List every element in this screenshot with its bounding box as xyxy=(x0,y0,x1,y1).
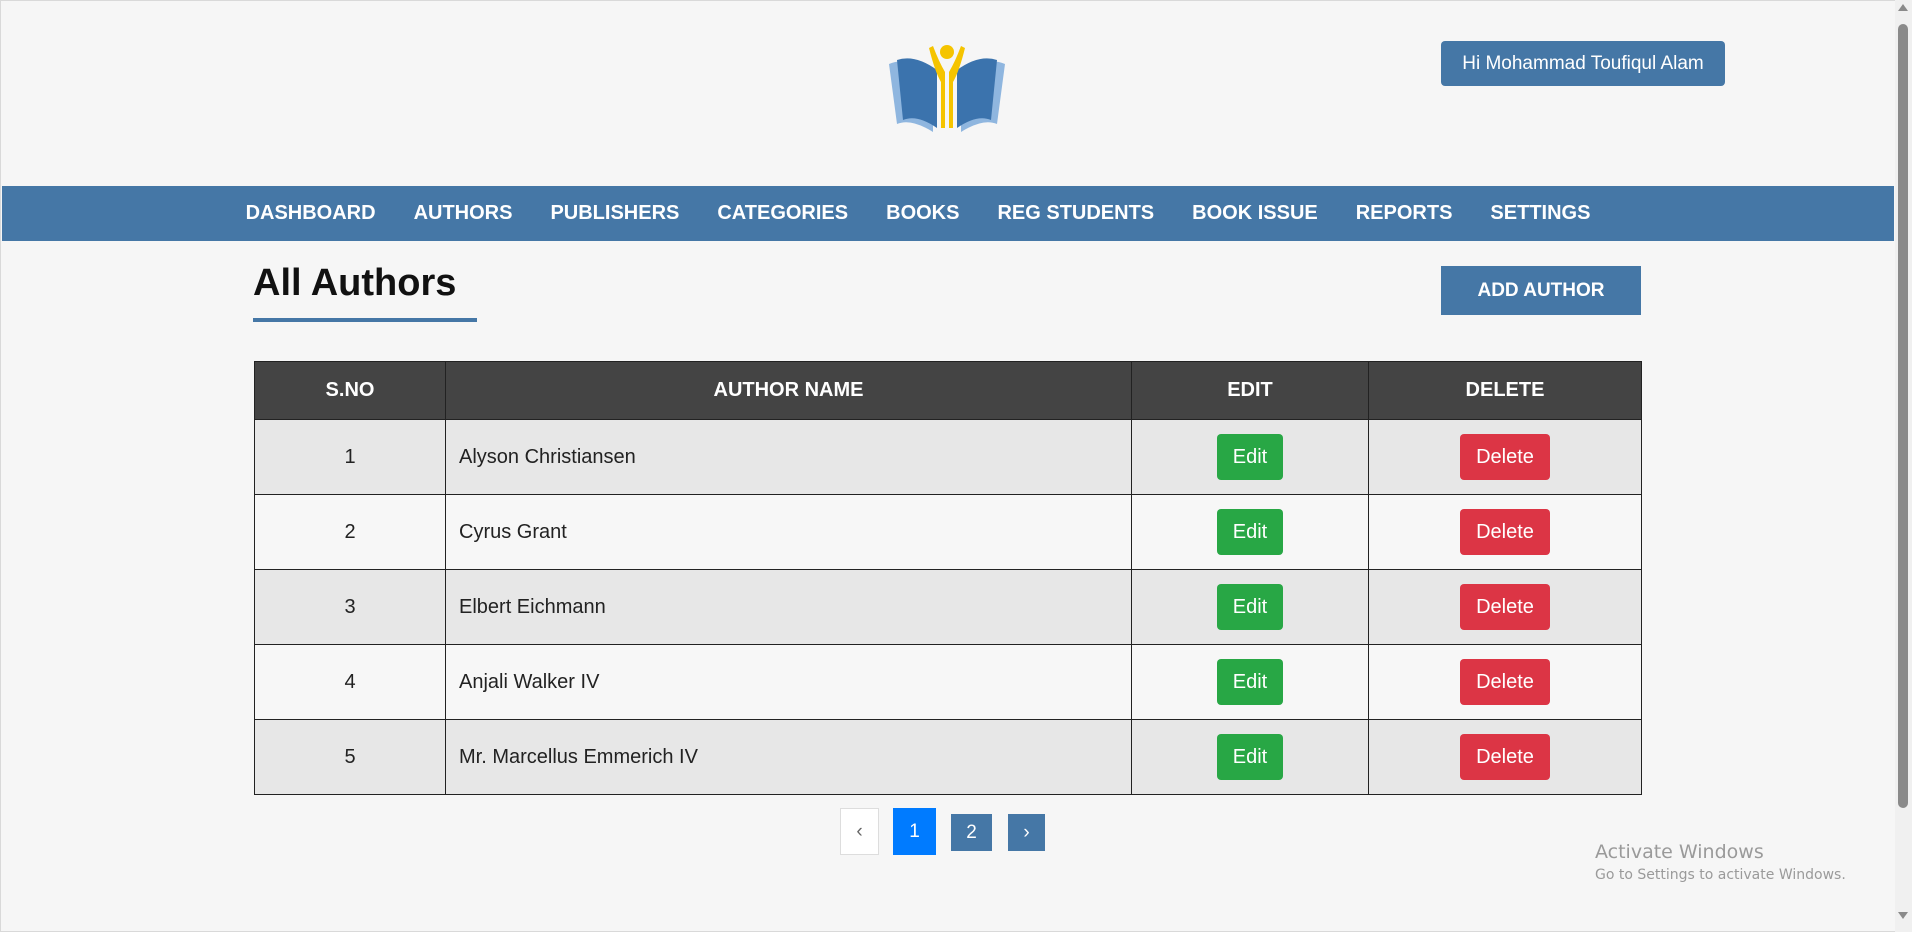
delete-button[interactable]: Delete xyxy=(1460,584,1550,630)
nav-menu: DASHBOARD AUTHORS PUBLISHERS CATEGORIES … xyxy=(227,202,1610,225)
cell-delete: Delete xyxy=(1368,494,1642,570)
pagination-page-2[interactable]: 2 xyxy=(951,814,992,851)
table-row: 1 Alyson Christiansen Edit Delete xyxy=(254,419,1642,495)
nav-item-publishers[interactable]: PUBLISHERS xyxy=(531,202,698,225)
cell-edit: Edit xyxy=(1131,569,1369,645)
table-row: 4 Anjali Walker IV Edit Delete xyxy=(254,644,1642,720)
cell-edit: Edit xyxy=(1131,494,1369,570)
edit-button[interactable]: Edit xyxy=(1217,734,1283,780)
edit-button[interactable]: Edit xyxy=(1217,509,1283,555)
cell-author-name: Anjali Walker IV xyxy=(445,644,1132,720)
user-greeting-button[interactable]: Hi Mohammad Toufiqul Alam xyxy=(1441,41,1725,86)
cell-delete: Delete xyxy=(1368,569,1642,645)
add-author-button[interactable]: ADD AUTHOR xyxy=(1441,266,1641,315)
table-header-row: S.NO AUTHOR NAME EDIT DELETE xyxy=(254,361,1642,420)
cell-sno: 3 xyxy=(254,569,446,645)
delete-button[interactable]: Delete xyxy=(1460,434,1550,480)
cell-delete: Delete xyxy=(1368,719,1642,795)
table-row: 5 Mr. Marcellus Emmerich IV Edit Delete xyxy=(254,719,1642,795)
nav-item-books[interactable]: BOOKS xyxy=(867,202,978,225)
header-sno: S.NO xyxy=(254,361,446,420)
delete-button[interactable]: Delete xyxy=(1460,509,1550,555)
cell-delete: Delete xyxy=(1368,419,1642,495)
table-row: 2 Cyrus Grant Edit Delete xyxy=(254,494,1642,570)
library-logo-icon xyxy=(889,45,1005,132)
header-delete: DELETE xyxy=(1368,361,1642,420)
cell-author-name: Mr. Marcellus Emmerich IV xyxy=(445,719,1132,795)
nav-item-authors[interactable]: AUTHORS xyxy=(395,202,532,225)
cell-delete: Delete xyxy=(1368,644,1642,720)
header-author-name: AUTHOR NAME xyxy=(445,361,1132,420)
edit-button[interactable]: Edit xyxy=(1217,659,1283,705)
delete-button[interactable]: Delete xyxy=(1460,734,1550,780)
main-navbar: DASHBOARD AUTHORS PUBLISHERS CATEGORIES … xyxy=(2,186,1894,241)
table-row: 3 Elbert Eichmann Edit Delete xyxy=(254,569,1642,645)
cell-edit: Edit xyxy=(1131,644,1369,720)
watermark-subtitle: Go to Settings to activate Windows. xyxy=(1595,867,1846,883)
cell-sno: 1 xyxy=(254,419,446,495)
nav-item-settings[interactable]: SETTINGS xyxy=(1471,202,1609,225)
watermark-title: Activate Windows xyxy=(1595,841,1764,863)
page-title: All Authors xyxy=(253,262,457,304)
cell-edit: Edit xyxy=(1131,419,1369,495)
cell-author-name: Alyson Christiansen xyxy=(445,419,1132,495)
cell-sno: 5 xyxy=(254,719,446,795)
title-underline xyxy=(253,318,477,322)
scrollbar-thumb[interactable] xyxy=(1898,24,1908,808)
edit-button[interactable]: Edit xyxy=(1217,434,1283,480)
activate-windows-watermark: Activate Windows Go to Settings to activ… xyxy=(1595,841,1846,883)
scroll-down-arrow-icon[interactable] xyxy=(1898,912,1908,919)
nav-item-dashboard[interactable]: DASHBOARD xyxy=(227,202,395,225)
cell-sno: 2 xyxy=(254,494,446,570)
pagination-next-button[interactable]: › xyxy=(1008,814,1045,851)
cell-author-name: Cyrus Grant xyxy=(445,494,1132,570)
cell-author-name: Elbert Eichmann xyxy=(445,569,1132,645)
header-edit: EDIT xyxy=(1131,361,1369,420)
pagination-prev-button[interactable]: ‹ xyxy=(840,808,879,855)
delete-button[interactable]: Delete xyxy=(1460,659,1550,705)
nav-item-reg-students[interactable]: REG STUDENTS xyxy=(978,202,1173,225)
nav-item-reports[interactable]: REPORTS xyxy=(1337,202,1472,225)
edit-button[interactable]: Edit xyxy=(1217,584,1283,630)
cell-sno: 4 xyxy=(254,644,446,720)
pagination-page-1[interactable]: 1 xyxy=(893,808,936,855)
nav-item-book-issue[interactable]: BOOK ISSUE xyxy=(1173,202,1337,225)
nav-item-categories[interactable]: CATEGORIES xyxy=(698,202,867,225)
authors-table: S.NO AUTHOR NAME EDIT DELETE 1 Alyson Ch… xyxy=(254,361,1642,795)
scroll-up-arrow-icon[interactable] xyxy=(1898,4,1908,11)
cell-edit: Edit xyxy=(1131,719,1369,795)
